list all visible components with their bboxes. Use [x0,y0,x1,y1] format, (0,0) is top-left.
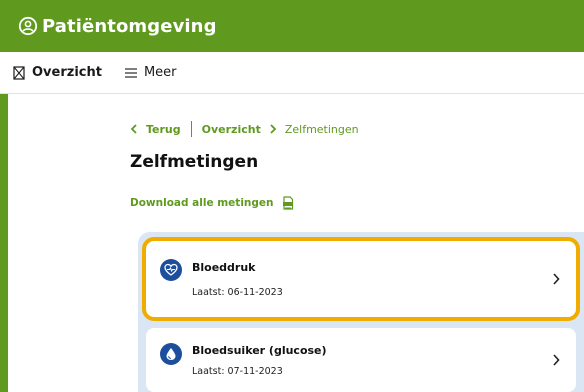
breadcrumb-divider [190,121,192,137]
nav-item-label: Overzicht [32,65,102,80]
chevron-right-icon [269,124,277,134]
app-title: Patiëntomgeving [42,15,217,37]
download-label: Download alle metingen [130,197,274,209]
blood-drop-icon [160,343,182,365]
measurement-title: Bloedsuiker (glucose) [192,344,327,357]
nav-item-meer[interactable]: Meer [124,65,177,80]
back-link[interactable]: Terug [130,123,181,136]
breadcrumb-current: Zelfmetingen [284,122,359,136]
user-circle-icon [18,16,38,36]
app-header: Patiëntomgeving [0,0,584,52]
nav-item-overzicht[interactable]: Overzicht [12,65,102,80]
chevron-right-icon [552,354,560,366]
heart-pulse-icon [160,259,182,281]
measurement-last-date: Laatst: 07-11-2023 [192,366,283,377]
menu-icon [124,66,138,80]
chevron-left-icon [130,124,137,134]
page-title: Zelfmetingen [130,152,259,172]
hourglass-icon [12,65,26,80]
download-all-link[interactable]: Download alle metingen [130,196,294,210]
top-nav: Overzicht Meer [0,52,584,94]
measurement-card-bloeddruk[interactable]: Bloeddruk Laatst: 06-11-2023 [142,237,580,321]
measurement-last-date: Laatst: 06-11-2023 [192,287,283,298]
nav-item-label: Meer [143,65,177,80]
measurement-title: Bloeddruk [192,261,256,274]
breadcrumb: Terug Overzicht Zelfmetingen [130,121,359,137]
breadcrumb-overzicht[interactable]: Overzicht [202,123,261,136]
chevron-right-icon [552,273,560,285]
back-label: Terug [146,122,181,136]
pdf-download-icon [282,196,294,210]
measurement-card-bloedsuiker[interactable]: Bloedsuiker (glucose) Laatst: 07-11-2023 [146,328,576,392]
